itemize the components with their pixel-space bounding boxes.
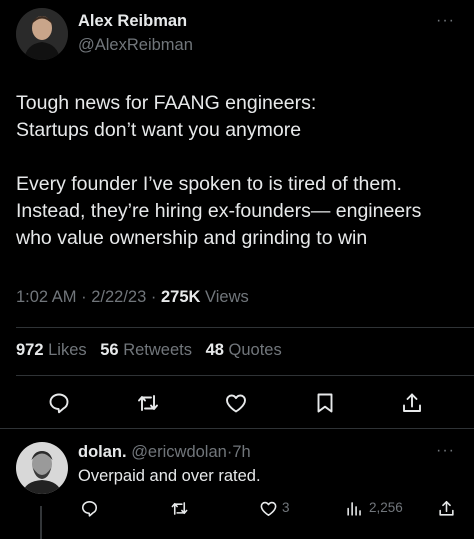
meta-separator: · (81, 288, 87, 306)
quotes-stat[interactable]: 48 Quotes (206, 341, 282, 359)
divider (16, 327, 474, 328)
reply-author-name[interactable]: dolan. (78, 443, 127, 461)
reply-like-count: 3 (282, 500, 290, 515)
share-icon[interactable] (400, 391, 424, 415)
divider (0, 428, 474, 429)
likes-count: 972 (16, 341, 44, 359)
tweet-meta: 1:02 AM · 2/22/23 · 275K Views (16, 288, 249, 307)
retweets-stat[interactable]: 56 Retweets (100, 341, 192, 359)
reply-author-handle[interactable]: @ericwdolan (131, 443, 227, 461)
retweets-count: 56 (100, 341, 119, 359)
quotes-count: 48 (205, 341, 224, 359)
likes-stat[interactable]: 972 Likes (16, 341, 87, 359)
views-count: 275K (160, 288, 201, 306)
views-label: Views (205, 288, 249, 306)
retweet-icon[interactable] (136, 391, 160, 415)
more-options-icon[interactable]: ··· (436, 12, 455, 30)
likes-label: Likes (48, 341, 87, 359)
tweet-line: Tough news for FAANG engineers: (16, 92, 317, 114)
like-icon[interactable] (224, 391, 248, 415)
thread-line (40, 506, 42, 539)
bookmark-icon[interactable] (313, 391, 337, 415)
tweet-line: Instead, they’re hiring ex-founders— eng… (16, 200, 422, 222)
author-avatar[interactable] (16, 8, 68, 60)
tweet-line: Startups don’t want you anymore (16, 119, 302, 141)
reply-text: Overpaid and over rated. (78, 467, 261, 485)
tweet-stats: 972 Likes 56 Retweets 48 Quotes (16, 341, 291, 360)
reply-reply-icon[interactable] (80, 499, 99, 518)
quotes-label: Quotes (228, 341, 282, 359)
retweets-label: Retweets (123, 341, 192, 359)
tweet-time[interactable]: 1:02 AM (16, 288, 77, 306)
tweet-line: who value ownership and grinding to win (16, 227, 368, 249)
tweet-line: Every founder I’ve spoken to is tired of… (16, 173, 402, 195)
meta-separator: · (150, 288, 157, 306)
reply-retweet-icon[interactable] (170, 499, 189, 518)
reply-avatar[interactable] (16, 442, 68, 494)
reply-more-options-icon[interactable]: ··· (436, 442, 455, 460)
reply-age[interactable]: 7h (232, 443, 250, 461)
author-name[interactable]: Alex Reibman (78, 12, 187, 31)
tweet-date[interactable]: 2/22/23 (91, 288, 146, 306)
reply-icon[interactable] (47, 391, 71, 415)
divider (16, 375, 474, 376)
tweet-text: Tough news for FAANG engineers: Startups… (16, 90, 462, 252)
reply-views-icon[interactable] (345, 499, 364, 518)
author-handle[interactable]: @AlexReibman (78, 36, 193, 55)
reply-views-count: 2,256 (369, 500, 403, 515)
reply-header: dolan. @ericwdolan·7h (78, 443, 251, 462)
reply-like-icon[interactable] (259, 499, 278, 518)
reply-share-icon[interactable] (437, 499, 456, 518)
tweet-line (16, 144, 462, 171)
